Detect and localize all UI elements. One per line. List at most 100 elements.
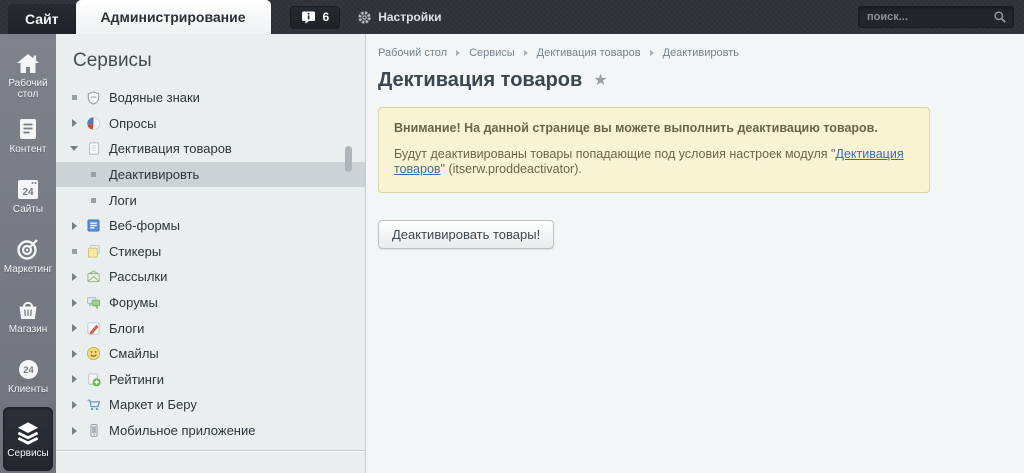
menu-item-polls[interactable]: Опросы [56,111,365,137]
info-bubble-icon [301,10,316,25]
menu-item-logs[interactable]: Логи [56,187,365,213]
menu-item-label: Блоги [109,320,145,336]
expand-arrow-icon[interactable] [67,298,81,307]
rail-item-clients[interactable]: 24 Клиенты [3,347,53,405]
web-form-icon [85,217,102,234]
target-icon [16,237,40,261]
menu-item-label: Логи [109,192,137,208]
rail-item-sites[interactable]: 24 Сайты [3,167,53,225]
page-icon [85,140,102,157]
expand-arrow-icon[interactable] [67,426,81,435]
layers-icon [15,420,41,445]
rail-item-label: Сервисы [7,447,49,459]
menu-item-label: Дективация товаров [109,141,232,157]
breadcrumb-current: Деактивировть [662,47,739,59]
admin-app: Сайт Администрирование 6 Настройки поиск… [0,0,1024,473]
menu-item-stickers[interactable]: Стикеры [56,239,365,265]
rail-item-services[interactable]: Сервисы [3,407,53,471]
menu-item-mobile-app[interactable]: Мобильное приложение [56,418,365,444]
expand-arrow-icon[interactable] [67,400,81,409]
document-icon [17,117,39,141]
shield-icon [85,89,102,106]
top-bar: Сайт Администрирование 6 Настройки поиск… [0,0,1024,34]
basket-icon [16,298,40,321]
item-bullet [85,166,102,183]
item-bullet [67,248,81,254]
menu-divider [56,450,365,452]
home-icon [16,53,40,75]
collapse-arrow-icon[interactable] [67,146,81,152]
svg-text:24: 24 [22,187,34,198]
expand-arrow-icon[interactable] [67,221,81,230]
rail-item-label: Магазин [8,323,48,335]
envelope-icon [85,268,102,285]
rail-item-shop[interactable]: Магазин [3,287,53,345]
notifications-badge[interactable]: 6 [289,5,341,29]
menu-item-label: Деактивировть [109,167,200,183]
left-rail: Рабочий стол Контент 24 Сайты Маркетинг … [0,34,56,473]
breadcrumb-desktop[interactable]: Рабочий стол [378,47,447,59]
rail-item-label: Контент [9,144,47,155]
deactivate-products-button[interactable]: Деактивировать товары! [378,219,555,249]
menu-scrollbar-thumb[interactable] [345,146,352,172]
menu-item-label: Рейтинги [109,371,164,387]
menu-item-label: Водяные знаки [109,90,200,106]
rail-item-label: Клиенты [7,383,49,395]
circle-24-icon: 24 [17,358,40,381]
search-input[interactable] [867,11,993,23]
pie-chart-icon [85,115,102,132]
page-title: Дективация товаров [378,69,583,91]
breadcrumb-deactivation-module[interactable]: Дективация товаров [537,47,641,59]
browser-window-icon: 24 [16,178,40,201]
menu-item-forums[interactable]: Форумы [56,290,365,316]
menu-item-label: Рассылки [109,269,168,285]
menu-item-label: Смайлы [109,346,159,362]
rail-item-label: Рабочий стол [8,77,48,100]
pencil-icon [85,320,102,337]
rail-item-content[interactable]: Контент [3,107,53,165]
item-bullet [85,192,102,209]
menu-item-label: Опросы [109,115,157,131]
menu-item-watermarks[interactable]: Водяные знаки [56,85,365,111]
favorite-star-icon[interactable]: ★ [593,72,607,89]
breadcrumb-separator-icon [456,50,461,56]
tab-administration[interactable]: Администрирование [75,0,271,34]
tab-site[interactable]: Сайт [8,4,76,34]
rail-item-marketing[interactable]: Маркетинг [3,227,53,285]
search-box [858,6,1014,28]
expand-arrow-icon[interactable] [67,349,81,358]
menu-item-webforms[interactable]: Веб-формы [56,213,365,239]
menu-item-deactivate[interactable]: Деактивировть [56,161,365,188]
breadcrumb-separator-icon [523,50,528,56]
expand-arrow-icon[interactable] [67,375,81,384]
menu-title: Сервисы [73,50,152,71]
shopping-cart-icon [85,396,102,413]
page-title-row: Дективация товаров ★ [378,69,1024,92]
expand-arrow-icon[interactable] [67,272,81,281]
breadcrumb-services[interactable]: Сервисы [469,47,515,59]
menu-item-market[interactable]: Маркет и Беру [56,392,365,418]
smiley-icon [85,345,102,362]
mobile-phone-icon [85,422,102,439]
menu-item-label: Маркет и Беру [109,397,197,413]
breadcrumb: Рабочий стол Сервисы Дективация товаров … [378,34,1024,59]
menu-item-blogs[interactable]: Блоги [56,315,365,341]
notice-text: " (itserw.proddeactivator). [440,162,582,177]
notification-count: 6 [322,10,330,24]
add-rating-icon [85,371,102,388]
rail-item-desktop[interactable]: Рабочий стол [3,47,53,105]
menu-item-deactivation-module[interactable]: Дективация товаров [56,136,365,162]
expand-arrow-icon[interactable] [67,324,81,333]
menu-item-ratings[interactable]: Рейтинги [56,367,365,393]
chat-bubbles-icon [85,294,102,311]
expand-arrow-icon[interactable] [67,119,81,128]
menu-item-smiles[interactable]: Смайлы [56,341,365,367]
svg-text:24: 24 [23,365,34,376]
notice-text: Будут деактивированы товары попадающие п… [394,146,836,161]
menu-item-mailings[interactable]: Рассылки [56,264,365,290]
settings-button[interactable]: Настройки [357,10,442,25]
warning-notice: Внимание! На данной странице вы можете в… [378,107,930,193]
search-icon[interactable] [993,10,1007,24]
main-content: Рабочий стол Сервисы Дективация товаров … [366,34,1024,473]
menu-item-label: Стикеры [109,243,162,259]
